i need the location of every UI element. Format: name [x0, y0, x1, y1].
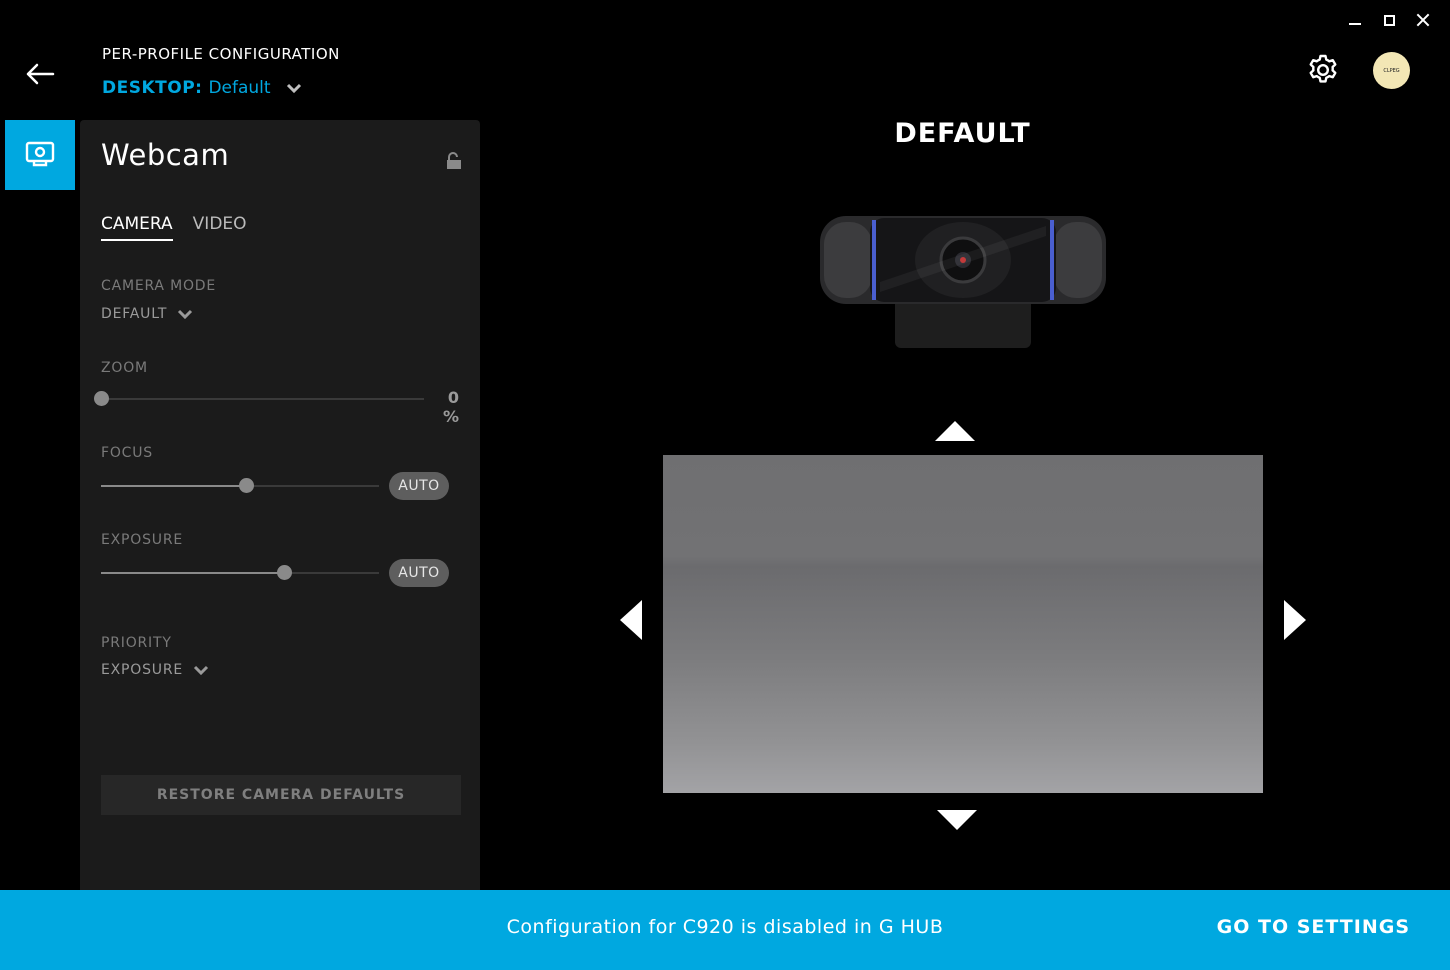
profile-selector[interactable]: DESKTOP: Default: [102, 78, 303, 98]
preset-title: DEFAULT: [894, 118, 1031, 149]
zoom-label: ZOOM: [101, 360, 148, 376]
exposure-slider-track[interactable]: [101, 572, 379, 574]
back-button[interactable]: [24, 60, 56, 88]
minimize-button[interactable]: [1338, 8, 1372, 32]
back-arrow-icon: [26, 63, 55, 85]
priority-value: EXPOSURE: [101, 662, 184, 678]
focus-slider-thumb[interactable]: [238, 478, 254, 493]
profile-name: Default: [208, 78, 271, 98]
triangle-right-icon[interactable]: [1284, 600, 1306, 640]
unlock-icon: [447, 152, 461, 169]
exposure-slider-thumb[interactable]: [277, 565, 293, 580]
webcam-settings-panel: Webcam CAMERA VIDEO CAMERA MODE DEFAULT …: [80, 120, 480, 890]
settings-button[interactable]: [1305, 52, 1341, 88]
zoom-slider-thumb[interactable]: [94, 391, 109, 406]
camera-preview[interactable]: [663, 455, 1263, 793]
maximize-icon: [1383, 14, 1395, 26]
focus-label: FOCUS: [101, 445, 153, 461]
profile-caption: PER-PROFILE CONFIGURATION: [102, 45, 340, 63]
exposure-slider-fill: [101, 572, 285, 574]
close-icon: [1416, 13, 1430, 27]
go-to-settings-button[interactable]: GO TO SETTINGS: [1217, 916, 1410, 938]
maximize-button[interactable]: [1372, 8, 1406, 32]
triangle-down-icon[interactable]: [937, 810, 977, 830]
focus-slider-fill: [101, 485, 246, 487]
priority-dropdown[interactable]: EXPOSURE: [101, 662, 209, 678]
triangle-left-icon[interactable]: [620, 600, 642, 640]
lock-button[interactable]: [446, 152, 462, 170]
chevron-down-icon: [193, 665, 209, 675]
zoom-slider-track[interactable]: [101, 398, 424, 400]
device-tab-webcam[interactable]: [5, 120, 75, 190]
exposure-auto-button[interactable]: AUTO: [389, 559, 449, 587]
camera-mode-label: CAMERA MODE: [101, 278, 216, 294]
camera-mode-dropdown[interactable]: DEFAULT: [101, 306, 193, 322]
tab-video[interactable]: VIDEO: [193, 214, 247, 241]
restore-camera-defaults-button[interactable]: RESTORE CAMERA DEFAULTS: [101, 775, 461, 815]
status-banner: Configuration for C920 is disabled in G …: [0, 890, 1450, 970]
webcam-icon: [25, 141, 55, 167]
zoom-value: 0 %: [442, 388, 459, 426]
tab-camera[interactable]: CAMERA: [101, 214, 173, 241]
camera-mode-value: DEFAULT: [101, 306, 168, 322]
panel-tabs: CAMERA VIDEO: [101, 214, 247, 241]
avatar[interactable]: CLPEG: [1373, 52, 1410, 89]
window-controls: [1338, 8, 1440, 32]
close-button[interactable]: [1406, 8, 1440, 32]
device-type-label: DESKTOP:: [102, 78, 203, 98]
exposure-label: EXPOSURE: [101, 532, 184, 548]
focus-auto-button[interactable]: AUTO: [389, 472, 449, 500]
chevron-down-icon: [286, 83, 301, 94]
webcam-product-image: [820, 216, 1106, 348]
triangle-up-icon[interactable]: [935, 421, 975, 441]
priority-label: PRIORITY: [101, 635, 172, 651]
minimize-icon: [1349, 23, 1361, 25]
panel-title: Webcam: [101, 138, 230, 172]
gear-icon: [1309, 54, 1337, 83]
chevron-down-icon: [178, 309, 193, 319]
